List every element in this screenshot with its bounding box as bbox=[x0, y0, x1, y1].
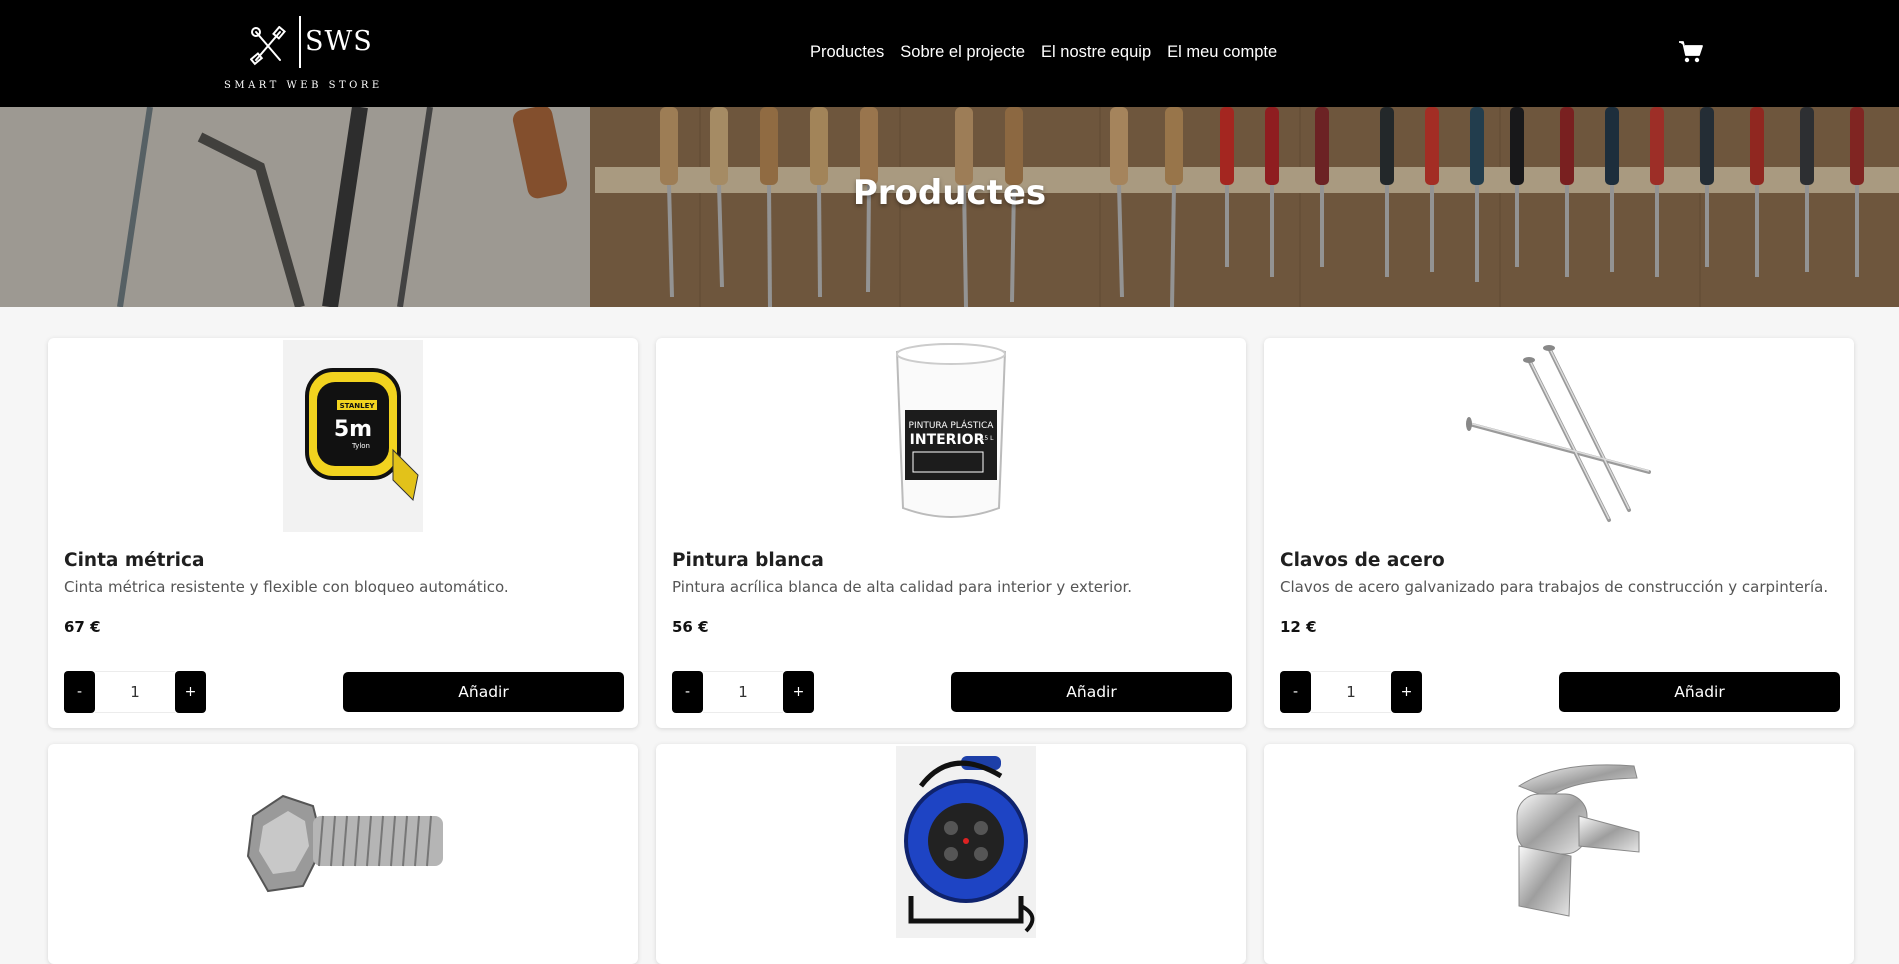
product-price: 56 € bbox=[672, 618, 709, 636]
measuring-tape-image: STANLEY 5m Tylon bbox=[283, 340, 423, 532]
svg-text:STANLEY: STANLEY bbox=[340, 402, 376, 410]
extension-cord-reel-image bbox=[896, 746, 1036, 938]
bolt-screw-image bbox=[243, 746, 443, 938]
product-name: Clavos de acero bbox=[1280, 550, 1445, 571]
main-nav: Productes Sobre el projecte El nostre eq… bbox=[810, 43, 1277, 62]
top-navbar: SWS SMART WEB STORE Productes Sobre el p… bbox=[0, 0, 1899, 107]
product-card bbox=[48, 744, 638, 964]
paint-bucket-image: PINTURA PLÁSTICA INTERIOR 15 L bbox=[895, 343, 1007, 518]
decrease-quantity-button[interactable]: - bbox=[672, 671, 703, 713]
product-description: Pintura acrílica blanca de alta calidad … bbox=[672, 578, 1133, 596]
product-price: 67 € bbox=[64, 618, 101, 636]
product-description: Clavos de acero galvanizado para trabajo… bbox=[1280, 578, 1829, 596]
product-name: Cinta métrica bbox=[64, 550, 205, 571]
increase-quantity-button[interactable]: + bbox=[1391, 671, 1422, 713]
product-price: 12 € bbox=[1280, 618, 1317, 636]
product-name: Pintura blanca bbox=[672, 550, 824, 571]
product-card: STANLEY 5m Tylon Cinta métrica Cinta mét… bbox=[48, 338, 638, 728]
decrease-quantity-button[interactable]: - bbox=[1280, 671, 1311, 713]
site-logo[interactable]: SWS SMART WEB STORE bbox=[224, 14, 383, 94]
product-card: PINTURA PLÁSTICA INTERIOR 15 L Pintura b… bbox=[656, 338, 1246, 728]
shopping-cart-icon[interactable] bbox=[1678, 40, 1704, 64]
increase-quantity-button[interactable]: + bbox=[175, 671, 206, 713]
nav-sobre-el-projecte[interactable]: Sobre el projecte bbox=[900, 43, 1025, 62]
svg-text:15 L: 15 L bbox=[981, 435, 995, 442]
quantity-input[interactable] bbox=[95, 671, 175, 713]
svg-text:INTERIOR: INTERIOR bbox=[910, 432, 985, 448]
nav-el-meu-compte[interactable]: El meu compte bbox=[1167, 43, 1277, 62]
hero-banner: Productes bbox=[0, 107, 1899, 307]
nav-productes[interactable]: Productes bbox=[810, 43, 884, 62]
faucet-image bbox=[1516, 764, 1640, 917]
nav-el-nostre-equip[interactable]: El nostre equip bbox=[1041, 43, 1151, 62]
product-card bbox=[656, 744, 1246, 964]
steel-nails-image bbox=[1466, 345, 1651, 522]
add-to-cart-button[interactable]: Añadir bbox=[343, 672, 624, 712]
quantity-stepper: - + bbox=[64, 671, 208, 713]
product-card: Clavos de acero Clavos de acero galvaniz… bbox=[1264, 338, 1854, 728]
logo-text: SWS bbox=[305, 26, 373, 57]
quantity-stepper: - + bbox=[1280, 671, 1424, 713]
decrease-quantity-button[interactable]: - bbox=[64, 671, 95, 713]
quantity-input[interactable] bbox=[703, 671, 783, 713]
svg-text:Tylon: Tylon bbox=[351, 442, 370, 450]
add-to-cart-button[interactable]: Añadir bbox=[1559, 672, 1840, 712]
tools-icon bbox=[250, 26, 286, 66]
add-to-cart-button[interactable]: Añadir bbox=[951, 672, 1232, 712]
page-title: Productes bbox=[852, 173, 1047, 213]
increase-quantity-button[interactable]: + bbox=[783, 671, 814, 713]
svg-text:PINTURA PLÁSTICA: PINTURA PLÁSTICA bbox=[909, 419, 995, 431]
svg-text:5m: 5m bbox=[334, 417, 372, 442]
logo-tagline: SMART WEB STORE bbox=[224, 80, 383, 91]
quantity-stepper: - + bbox=[672, 671, 816, 713]
product-description: Cinta métrica resistente y flexible con … bbox=[64, 578, 509, 596]
product-card bbox=[1264, 744, 1854, 964]
logo-divider bbox=[299, 16, 301, 68]
quantity-input[interactable] bbox=[1311, 671, 1391, 713]
